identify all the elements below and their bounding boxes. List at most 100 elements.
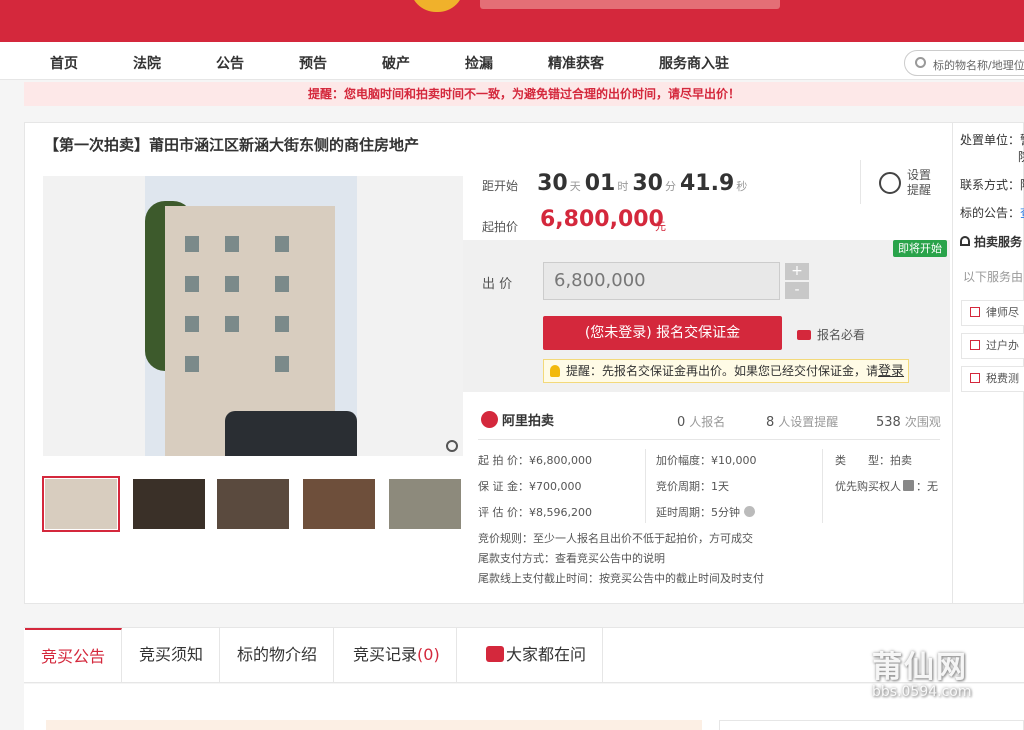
info-rule: 竞价规则：至少一人报名且出价不低于起拍价，方可成交 xyxy=(478,532,753,545)
nav-court[interactable]: 法院 xyxy=(133,53,161,73)
status-badge: 即将开始 xyxy=(893,240,947,257)
nav-bankruptcy[interactable]: 破产 xyxy=(382,53,410,73)
alarm-clock-icon xyxy=(879,172,901,194)
info-payment: 尾款支付方式：查看竞买公告中的说明 xyxy=(478,552,665,565)
info-cycle: 竞价周期：1天 xyxy=(656,480,729,493)
set-reminder-button[interactable]: 设置提醒 xyxy=(860,160,950,204)
view-count-value: 538 xyxy=(876,415,901,430)
window xyxy=(225,316,239,332)
tab-item-intro[interactable]: 标的物介绍 xyxy=(221,628,335,682)
tax-calc-label: 税费测 xyxy=(986,372,1019,385)
target-notice-link[interactable]: 查 xyxy=(1020,206,1024,220)
transfer-service-button[interactable]: 过户办 xyxy=(961,333,1024,359)
thumbnail-3[interactable] xyxy=(217,479,289,529)
window xyxy=(185,236,199,252)
start-price-unit: 元 xyxy=(655,220,666,233)
reminder-label: 设置提醒 xyxy=(907,168,932,197)
countdown: 距开始 30 天 01 时 30 分 41.9 秒 xyxy=(482,171,751,196)
nav-precise-leads[interactable]: 精准获客 xyxy=(548,53,604,73)
watermark: 莆仙网 bbs.0594.com xyxy=(872,642,972,700)
page-title: 【第一次拍卖】莆田市涵江区新涵大街东侧的商住房地产 xyxy=(44,136,420,154)
side-strip xyxy=(719,720,1024,730)
main-nav: 首页 法院 公告 预告 破产 捡漏 精准获客 服务商入驻 xyxy=(0,42,1024,80)
tip-text: 提醒：先报名交保证金再出价。如果您已经交付保证金，请 xyxy=(566,364,879,378)
zoom-icon[interactable] xyxy=(446,440,458,452)
thumbnail-1[interactable] xyxy=(42,476,120,532)
search-placeholder: 标的物名称/地理位置 xyxy=(933,59,1024,72)
login-link[interactable]: 登录 xyxy=(878,364,904,379)
window xyxy=(185,356,199,372)
target-notice-key: 标的公告： xyxy=(960,206,1021,220)
reminder-count-value: 8 xyxy=(766,415,775,430)
info-priority: 优先购买权人 ：无 xyxy=(835,478,938,494)
platform-logo: 阿里拍卖 xyxy=(481,410,554,429)
watermark-name: 莆仙网 xyxy=(872,650,968,685)
coins-icon xyxy=(797,330,811,340)
lawyer-service-button[interactable]: 律师尽 xyxy=(961,300,1024,326)
info-priority-key: 优先购买权人 xyxy=(835,480,901,493)
transfer-icon xyxy=(970,340,980,350)
tab-faq-label: 大家都在问 xyxy=(506,645,587,664)
start-price-label: 起拍价 xyxy=(482,220,519,234)
view-count-label: 次围观 xyxy=(904,415,941,429)
thumbnail-4[interactable] xyxy=(303,479,375,529)
start-price-value: 6,800,000 xyxy=(540,207,664,232)
nav-announcement[interactable]: 公告 xyxy=(216,53,244,73)
reminder-count-label: 人设置提醒 xyxy=(778,415,839,429)
help-icon[interactable] xyxy=(744,506,755,517)
signup-count-label: 人报名 xyxy=(689,415,726,429)
thumbnail-2[interactable] xyxy=(133,479,205,529)
bid-input[interactable]: 6,800,000 xyxy=(543,262,780,300)
main-photo[interactable] xyxy=(43,176,463,456)
nav-bargain[interactable]: 捡漏 xyxy=(465,53,493,73)
top-banner xyxy=(0,0,1024,42)
window xyxy=(185,316,199,332)
info-priority-value: ：无 xyxy=(916,480,938,493)
nav-service-provider[interactable]: 服务商入驻 xyxy=(659,53,729,73)
bid-increase-button[interactable]: + xyxy=(785,263,809,280)
lawyer-icon xyxy=(970,307,980,317)
divider xyxy=(478,439,940,440)
hours-unit: 时 xyxy=(617,180,629,193)
divider xyxy=(645,449,646,523)
countdown-minutes: 30 xyxy=(632,171,663,196)
thumbnail-5[interactable] xyxy=(389,479,461,529)
contact-key: 联系方式： xyxy=(960,178,1021,192)
signup-count: 0 人报名 xyxy=(677,413,725,430)
signup-count-value: 0 xyxy=(677,415,686,430)
search-input[interactable]: 标的物名称/地理位置 xyxy=(904,50,1024,76)
headset-icon xyxy=(960,236,970,246)
auction-service-heading: 拍卖服务 xyxy=(960,233,1022,250)
tab-faq[interactable]: 大家都在问 xyxy=(470,628,604,682)
tab-bid-records-count: (0) xyxy=(417,645,440,664)
info-deposit: 保 证 金：¥700,000 xyxy=(478,480,582,493)
window xyxy=(275,236,289,252)
must-read-link[interactable]: 报名必看 xyxy=(797,326,865,343)
tab-bid-records[interactable]: 竞买记录(0) xyxy=(337,628,457,682)
countdown-seconds: 41.9 xyxy=(679,171,735,196)
tax-calc-button[interactable]: 税费测 xyxy=(961,366,1024,392)
info-increment: 加价幅度：¥10,000 xyxy=(656,454,757,467)
nav-preview[interactable]: 预告 xyxy=(299,53,327,73)
right-sidebar xyxy=(952,122,1024,604)
watermark-url: bbs.0594.com xyxy=(872,684,972,700)
disposal-unit-value: 警 xyxy=(1020,133,1024,147)
window xyxy=(185,276,199,292)
bid-decrease-button[interactable]: - xyxy=(785,282,809,299)
info-deadline: 尾款线上支付截止时间：按竞买公告中的截止时间及时支付 xyxy=(478,572,764,585)
contact-value: 陈 xyxy=(1020,178,1024,192)
building-image xyxy=(145,176,357,456)
ali-auction-icon xyxy=(481,411,498,428)
lawyer-service-label: 律师尽 xyxy=(986,306,1019,319)
tab-auction-rules[interactable]: 竞买须知 xyxy=(123,628,221,682)
window xyxy=(275,276,289,292)
transfer-service-label: 过户办 xyxy=(986,339,1019,352)
tab-auction-notice[interactable]: 竞买公告 xyxy=(25,628,123,682)
signup-deposit-button[interactable]: (您未登录) 报名交保证金 xyxy=(543,316,782,350)
window xyxy=(225,276,239,292)
view-count: 538 次围观 xyxy=(876,413,941,430)
info-appraisal: 评 估 价：¥8,596,200 xyxy=(478,506,592,519)
nav-home[interactable]: 首页 xyxy=(50,53,78,73)
disposal-unit-key: 处置单位： xyxy=(960,133,1021,147)
info-type-value: 拍卖 xyxy=(890,454,912,467)
